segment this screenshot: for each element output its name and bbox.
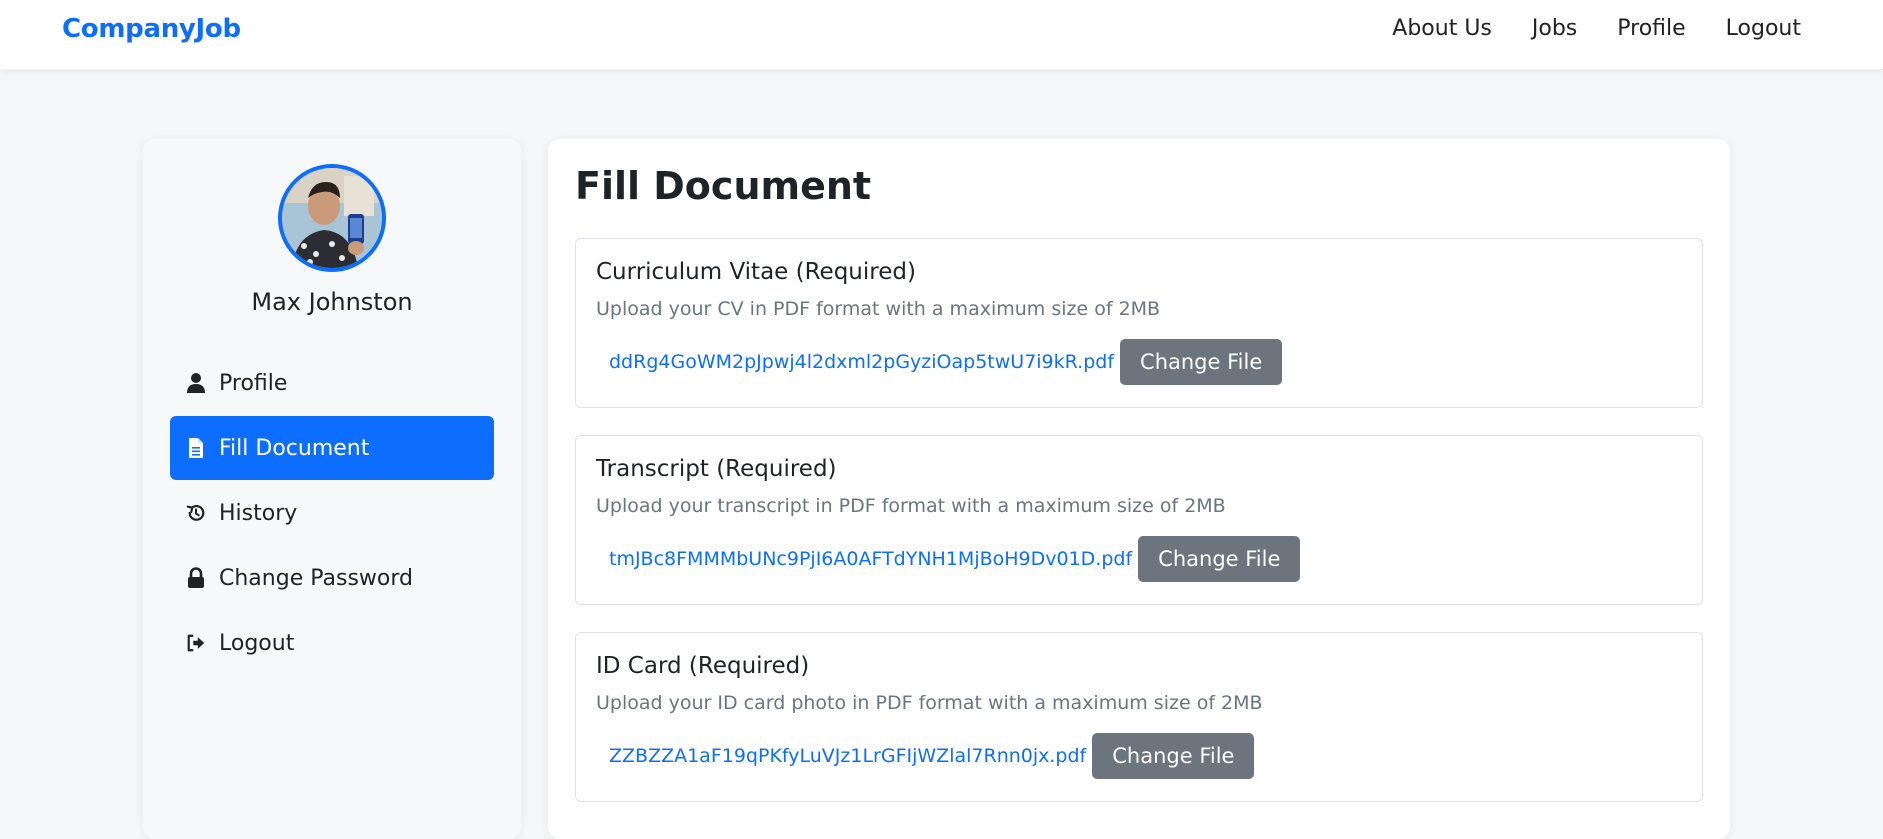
sidebar-item-label: Fill Document: [219, 435, 370, 461]
page-title: Fill Document: [575, 164, 872, 208]
document-description: Upload your transcript in PDF format wit…: [596, 495, 1226, 517]
sidebar: Max Johnston Profile Fill Document Histo…: [143, 139, 521, 839]
change-file-button[interactable]: Change File: [1138, 536, 1301, 582]
user-icon: [185, 371, 207, 395]
nav-link-about-us[interactable]: About Us: [1392, 16, 1492, 41]
document-title: Curriculum Vitae (Required): [596, 259, 916, 285]
avatar: [278, 164, 386, 272]
main-panel: Fill Document Curriculum Vitae (Required…: [548, 139, 1730, 839]
nav-link-logout[interactable]: Logout: [1726, 16, 1801, 41]
nav-link-profile[interactable]: Profile: [1617, 16, 1685, 41]
sidebar-item-history[interactable]: History: [170, 481, 494, 545]
history-icon: [185, 501, 207, 525]
document-title: ID Card (Required): [596, 653, 810, 679]
sidebar-item-label: Change Password: [219, 565, 413, 591]
document-description: Upload your ID card photo in PDF format …: [596, 692, 1263, 714]
nav-link-jobs[interactable]: Jobs: [1532, 16, 1577, 41]
document-card-cv: Curriculum Vitae (Required) Upload your …: [575, 238, 1703, 408]
avatar-photo: [282, 168, 382, 268]
sidebar-item-profile[interactable]: Profile: [170, 351, 494, 415]
brand-logo[interactable]: CompanyJob: [62, 14, 241, 44]
nav-links: About Us Jobs Profile Logout: [1352, 16, 1801, 41]
sidebar-item-logout[interactable]: Logout: [170, 611, 494, 675]
change-file-button[interactable]: Change File: [1120, 339, 1283, 385]
lock-icon: [185, 566, 207, 590]
sidebar-item-fill-document[interactable]: Fill Document: [170, 416, 494, 480]
uploaded-file-link[interactable]: ddRg4GoWM2pJpwj4l2dxml2pGyziOap5twU7i9kR…: [609, 351, 1114, 373]
change-file-button[interactable]: Change File: [1092, 733, 1255, 779]
document-file-row: tmJBc8FMMMbUNc9PjI6A0AFTdYNH1MjBoH9Dv01D…: [609, 536, 1301, 582]
document-description: Upload your CV in PDF format with a maxi…: [596, 298, 1161, 320]
document-title: Transcript (Required): [596, 456, 837, 482]
top-navbar: CompanyJob About Us Jobs Profile Logout: [0, 0, 1883, 70]
sidebar-item-label: Logout: [219, 630, 295, 656]
document-card-id-card: ID Card (Required) Upload your ID card p…: [575, 632, 1703, 802]
sidebar-menu: Profile Fill Document History Change Pas…: [170, 351, 494, 676]
document-file-row: ZZBZZA1aF19qPKfyLuVJz1LrGFIjWZlal7Rnn0jx…: [609, 733, 1255, 779]
uploaded-file-link[interactable]: tmJBc8FMMMbUNc9PjI6A0AFTdYNH1MjBoH9Dv01D…: [609, 548, 1132, 570]
sidebar-item-label: History: [219, 500, 298, 526]
document-file-row: ddRg4GoWM2pJpwj4l2dxml2pGyziOap5twU7i9kR…: [609, 339, 1283, 385]
document-icon: [185, 436, 207, 460]
uploaded-file-link[interactable]: ZZBZZA1aF19qPKfyLuVJz1LrGFIjWZlal7Rnn0jx…: [609, 745, 1086, 767]
user-name: Max Johnston: [251, 288, 413, 316]
logout-icon: [185, 631, 207, 655]
sidebar-item-label: Profile: [219, 370, 288, 396]
sidebar-item-change-password[interactable]: Change Password: [170, 546, 494, 610]
document-card-transcript: Transcript (Required) Upload your transc…: [575, 435, 1703, 605]
